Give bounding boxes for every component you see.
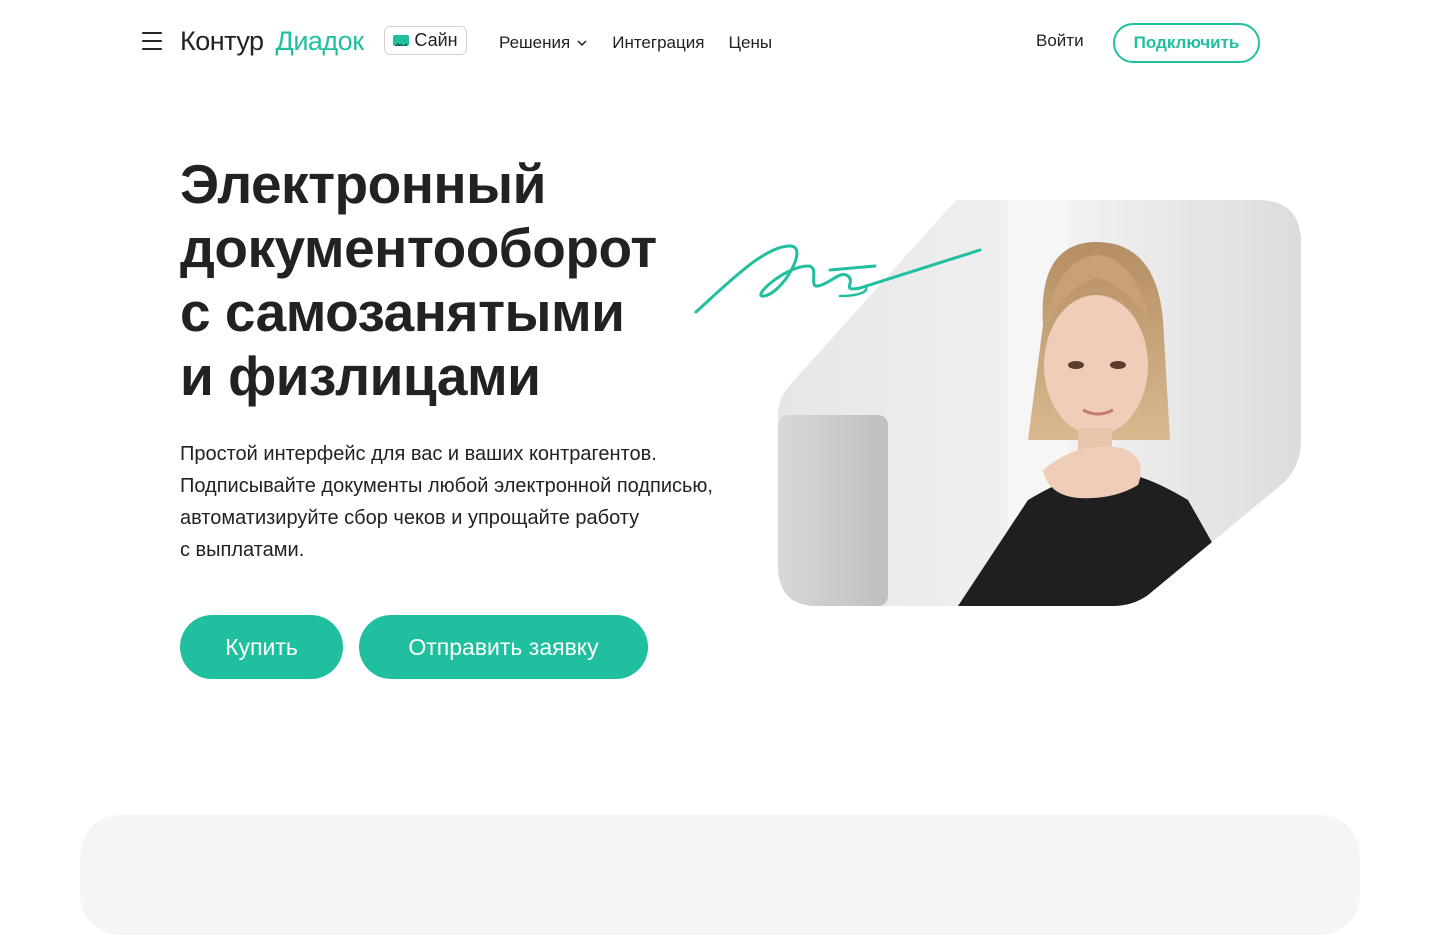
logo[interactable]: Контур Диадок xyxy=(180,24,364,58)
signature-small-icon xyxy=(393,35,410,46)
signature-icon xyxy=(694,244,982,314)
nav-item-prices[interactable]: Цены xyxy=(728,33,772,53)
site-header: Контур Диадок Сайн Решения Интеграция Це… xyxy=(0,0,1440,86)
nav-item-solutions[interactable]: Решения xyxy=(499,33,588,53)
hero-title: Электронный документооборот с самозаняты… xyxy=(180,152,740,408)
next-section-card xyxy=(80,815,1360,935)
hero-text-line: Простой интерфейс для вас и ваших контра… xyxy=(180,443,657,465)
login-link[interactable]: Войти xyxy=(1036,31,1084,51)
logo-diadok: Диадок xyxy=(275,25,364,56)
chevron-down-icon xyxy=(577,40,587,47)
hero-title-line: документооборот xyxy=(180,217,657,279)
hero-text-line: Подписывайте документы любой электронной… xyxy=(180,475,713,497)
nav-item-label: Интеграция xyxy=(612,33,705,52)
nav-item-label: Решения xyxy=(499,33,571,52)
hero-text-line: с выплатами. xyxy=(180,539,305,561)
buy-button[interactable]: Купить xyxy=(180,615,343,679)
hero-title-line: с самозанятыми xyxy=(180,281,625,343)
hero-text-line: автоматизируйте сбор чеков и упрощайте р… xyxy=(180,507,640,529)
sign-badge-label: Сайн xyxy=(414,30,458,50)
hamburger-menu-icon[interactable] xyxy=(142,32,162,50)
nav-item-integration[interactable]: Интеграция xyxy=(612,33,704,53)
send-request-button[interactable]: Отправить заявку xyxy=(359,615,648,679)
hero-title-line: и физлицами xyxy=(180,345,541,407)
main-nav: Решения Интеграция Цены xyxy=(499,31,772,55)
connect-button[interactable]: Подключить xyxy=(1113,23,1260,63)
nav-item-label: Цены xyxy=(728,33,773,52)
logo-kontur: Контур xyxy=(180,25,264,56)
hero-title-line: Электронный xyxy=(180,153,546,215)
hero-description: Простой интерфейс для вас и ваших контра… xyxy=(180,438,800,566)
sign-badge[interactable]: Сайн xyxy=(384,26,467,55)
